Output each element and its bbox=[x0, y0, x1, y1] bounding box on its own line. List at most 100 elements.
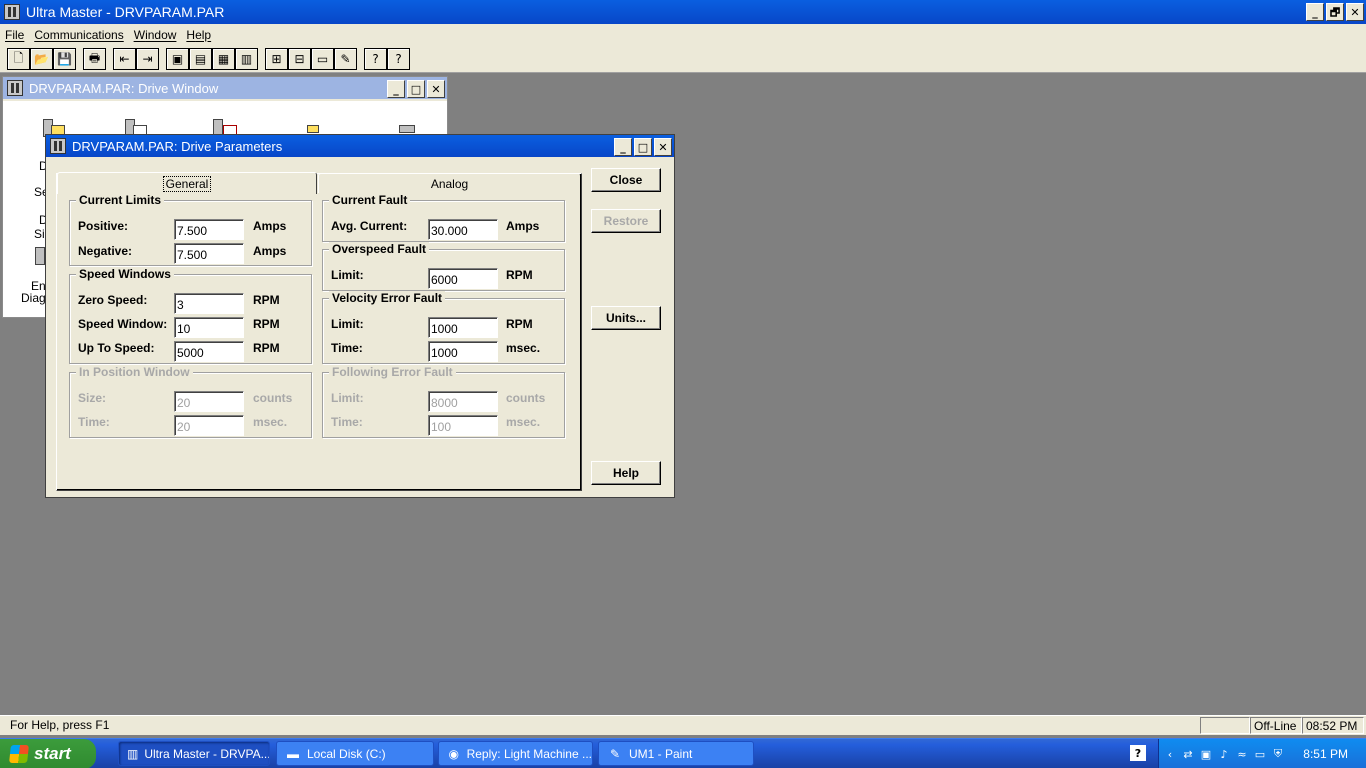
in-position-title: In Position Window bbox=[76, 365, 193, 379]
help-tray-icon[interactable]: ? bbox=[1130, 745, 1146, 761]
maximize-button[interactable]: □ bbox=[407, 80, 425, 98]
minimize-button[interactable]: _ bbox=[1306, 3, 1324, 21]
start-button[interactable]: start bbox=[0, 739, 96, 768]
task-label: UM1 - Paint bbox=[629, 746, 693, 761]
general-tab-panel: Current Limits Positive: Amps Negative: … bbox=[56, 173, 582, 491]
save-icon[interactable]: 💾 bbox=[53, 48, 76, 70]
drive-parameters-titlebar[interactable]: DRVPARAM.PAR: Drive Parameters _ □ ✕ bbox=[46, 135, 674, 157]
drive-window-titlebar[interactable]: DRVPARAM.PAR: Drive Window _ □ ✕ bbox=[3, 77, 447, 99]
close-dialog-button[interactable]: Close bbox=[591, 168, 661, 192]
drive-signals-icon[interactable]: ▤ bbox=[189, 48, 212, 70]
task-ultra-master[interactable]: ▥ Ultra Master - DRVPA... bbox=[118, 741, 270, 766]
restore-defaults-button[interactable]: Restore bbox=[591, 209, 661, 233]
help-button[interactable]: Help bbox=[591, 461, 661, 485]
drive-parameters-dialog[interactable]: DRVPARAM.PAR: Drive Parameters _ □ ✕ Gen… bbox=[45, 134, 675, 498]
up-to-speed-label: Up To Speed: bbox=[78, 341, 155, 355]
chevron-left-icon[interactable]: ‹ bbox=[1163, 747, 1177, 761]
io-icon[interactable]: ▦ bbox=[212, 48, 235, 70]
ultra-master-icon: ▥ bbox=[127, 746, 139, 761]
velocity-limit-input[interactable] bbox=[428, 317, 498, 338]
speed-window-input[interactable] bbox=[174, 317, 244, 338]
drive-window-controls: _ □ ✕ bbox=[387, 80, 445, 98]
zero-speed-input[interactable] bbox=[174, 293, 244, 314]
overspeed-limit-input[interactable] bbox=[428, 268, 498, 289]
menu-bar: File Communications Window Help bbox=[0, 24, 1366, 45]
velocity-error-title: Velocity Error Fault bbox=[329, 291, 446, 305]
task-label: Ultra Master - DRVPA... bbox=[144, 746, 270, 761]
new-icon[interactable]: 🗋 bbox=[7, 48, 30, 70]
positive-unit: Amps bbox=[253, 219, 287, 233]
maximize-button[interactable]: □ bbox=[634, 138, 652, 156]
restore-button[interactable]: 🗗 bbox=[1326, 3, 1344, 21]
speed-windows-title: Speed Windows bbox=[76, 267, 174, 281]
current-fault-group: Current Fault Avg. Current: Amps bbox=[322, 193, 565, 242]
taskbar: start ▥ Ultra Master - DRVPA... ▬ Local … bbox=[0, 738, 1366, 768]
avg-current-input[interactable] bbox=[428, 219, 498, 240]
monitor-tray-icon[interactable]: ▭ bbox=[1253, 747, 1267, 761]
toolbar: 🗋 📂 💾 🖶 ⇤ ⇥ ▣ ▤ ▦ ▥ ⊞ ⊟ ▭ ✎ ? ? bbox=[0, 45, 1366, 73]
close-button[interactable]: ✕ bbox=[654, 138, 672, 156]
minimize-button[interactable]: _ bbox=[387, 80, 405, 98]
following-time-label: Time: bbox=[331, 415, 363, 429]
app-title: Ultra Master - DRVPARAM.PAR bbox=[26, 4, 225, 20]
menu-file[interactable]: File bbox=[5, 28, 24, 42]
velocity-error-fault-group: Velocity Error Fault Limit: RPM Time: ms… bbox=[322, 291, 565, 364]
main-titlebar: Ultra Master - DRVPARAM.PAR _ 🗗 ✕ bbox=[0, 0, 1366, 24]
tab-general[interactable]: General bbox=[57, 172, 317, 194]
drive-window-title: DRVPARAM.PAR: Drive Window bbox=[29, 80, 219, 96]
display-icon[interactable]: ▭ bbox=[311, 48, 334, 70]
security-shield-icon[interactable]: ⛨ bbox=[1271, 747, 1285, 761]
status-help-text: For Help, press F1 bbox=[10, 718, 110, 732]
size-input[interactable] bbox=[174, 391, 244, 412]
avg-current-label: Avg. Current: bbox=[331, 219, 408, 233]
avg-current-unit: Amps bbox=[506, 219, 540, 233]
drive-setup-icon[interactable]: ▣ bbox=[166, 48, 189, 70]
size-label: Size: bbox=[78, 391, 107, 405]
negative-current-input[interactable] bbox=[174, 243, 244, 264]
close-button[interactable]: ✕ bbox=[1346, 3, 1364, 21]
minimize-button[interactable]: _ bbox=[614, 138, 632, 156]
app-icon[interactable] bbox=[4, 4, 20, 20]
units-button[interactable]: Units... bbox=[591, 306, 661, 330]
encoder-diag-icon[interactable] bbox=[35, 247, 45, 271]
task-local-disk[interactable]: ▬ Local Disk (C:) bbox=[276, 741, 434, 766]
in-position-time-input[interactable] bbox=[174, 415, 244, 436]
print-icon[interactable]: 🖶 bbox=[83, 48, 106, 70]
following-time-unit: msec. bbox=[506, 415, 541, 429]
menu-window[interactable]: Window bbox=[134, 28, 177, 42]
velocity-time-input[interactable] bbox=[428, 341, 498, 362]
speed-window-unit: RPM bbox=[253, 317, 280, 331]
in-position-window-group: In Position Window Size: counts Time: ms… bbox=[69, 365, 312, 438]
positive-label: Positive: bbox=[78, 219, 129, 233]
velocity-time-unit: msec. bbox=[506, 341, 541, 355]
encoder-icon[interactable]: ▥ bbox=[235, 48, 258, 70]
in-position-time-unit: msec. bbox=[253, 415, 288, 429]
network-icon[interactable]: ⇄ bbox=[1181, 747, 1195, 761]
following-limit-label: Limit: bbox=[331, 391, 364, 405]
scope-icon[interactable]: ⊟ bbox=[288, 48, 311, 70]
following-limit-input[interactable] bbox=[428, 391, 498, 412]
context-help-icon[interactable]: ? bbox=[387, 48, 410, 70]
close-button[interactable]: ✕ bbox=[427, 80, 445, 98]
task-firefox-reply[interactable]: ◉ Reply: Light Machine ... bbox=[438, 741, 593, 766]
velocity-limit-unit: RPM bbox=[506, 317, 533, 331]
task-paint[interactable]: ✎ UM1 - Paint bbox=[598, 741, 754, 766]
speed-window-label: Speed Window: bbox=[78, 317, 168, 331]
overspeed-limit-unit: RPM bbox=[506, 268, 533, 282]
help-icon[interactable]: ? bbox=[364, 48, 387, 70]
menu-communications[interactable]: Communications bbox=[34, 28, 123, 42]
monitor-icon[interactable]: ⊞ bbox=[265, 48, 288, 70]
positive-current-input[interactable] bbox=[174, 219, 244, 240]
following-time-input[interactable] bbox=[428, 415, 498, 436]
upload-icon[interactable]: ⇤ bbox=[113, 48, 136, 70]
up-to-speed-input[interactable] bbox=[174, 341, 244, 362]
download-icon[interactable]: ⇥ bbox=[136, 48, 159, 70]
menu-help[interactable]: Help bbox=[186, 28, 211, 42]
tune-icon[interactable]: ✎ bbox=[334, 48, 357, 70]
wifi-icon[interactable]: ≈ bbox=[1235, 747, 1249, 761]
status-mode: Off-Line bbox=[1250, 717, 1302, 734]
overspeed-fault-title: Overspeed Fault bbox=[329, 242, 430, 256]
display-settings-icon[interactable]: ▣ bbox=[1199, 747, 1213, 761]
sound-icon[interactable]: ♪ bbox=[1217, 747, 1231, 761]
open-icon[interactable]: 📂 bbox=[30, 48, 53, 70]
